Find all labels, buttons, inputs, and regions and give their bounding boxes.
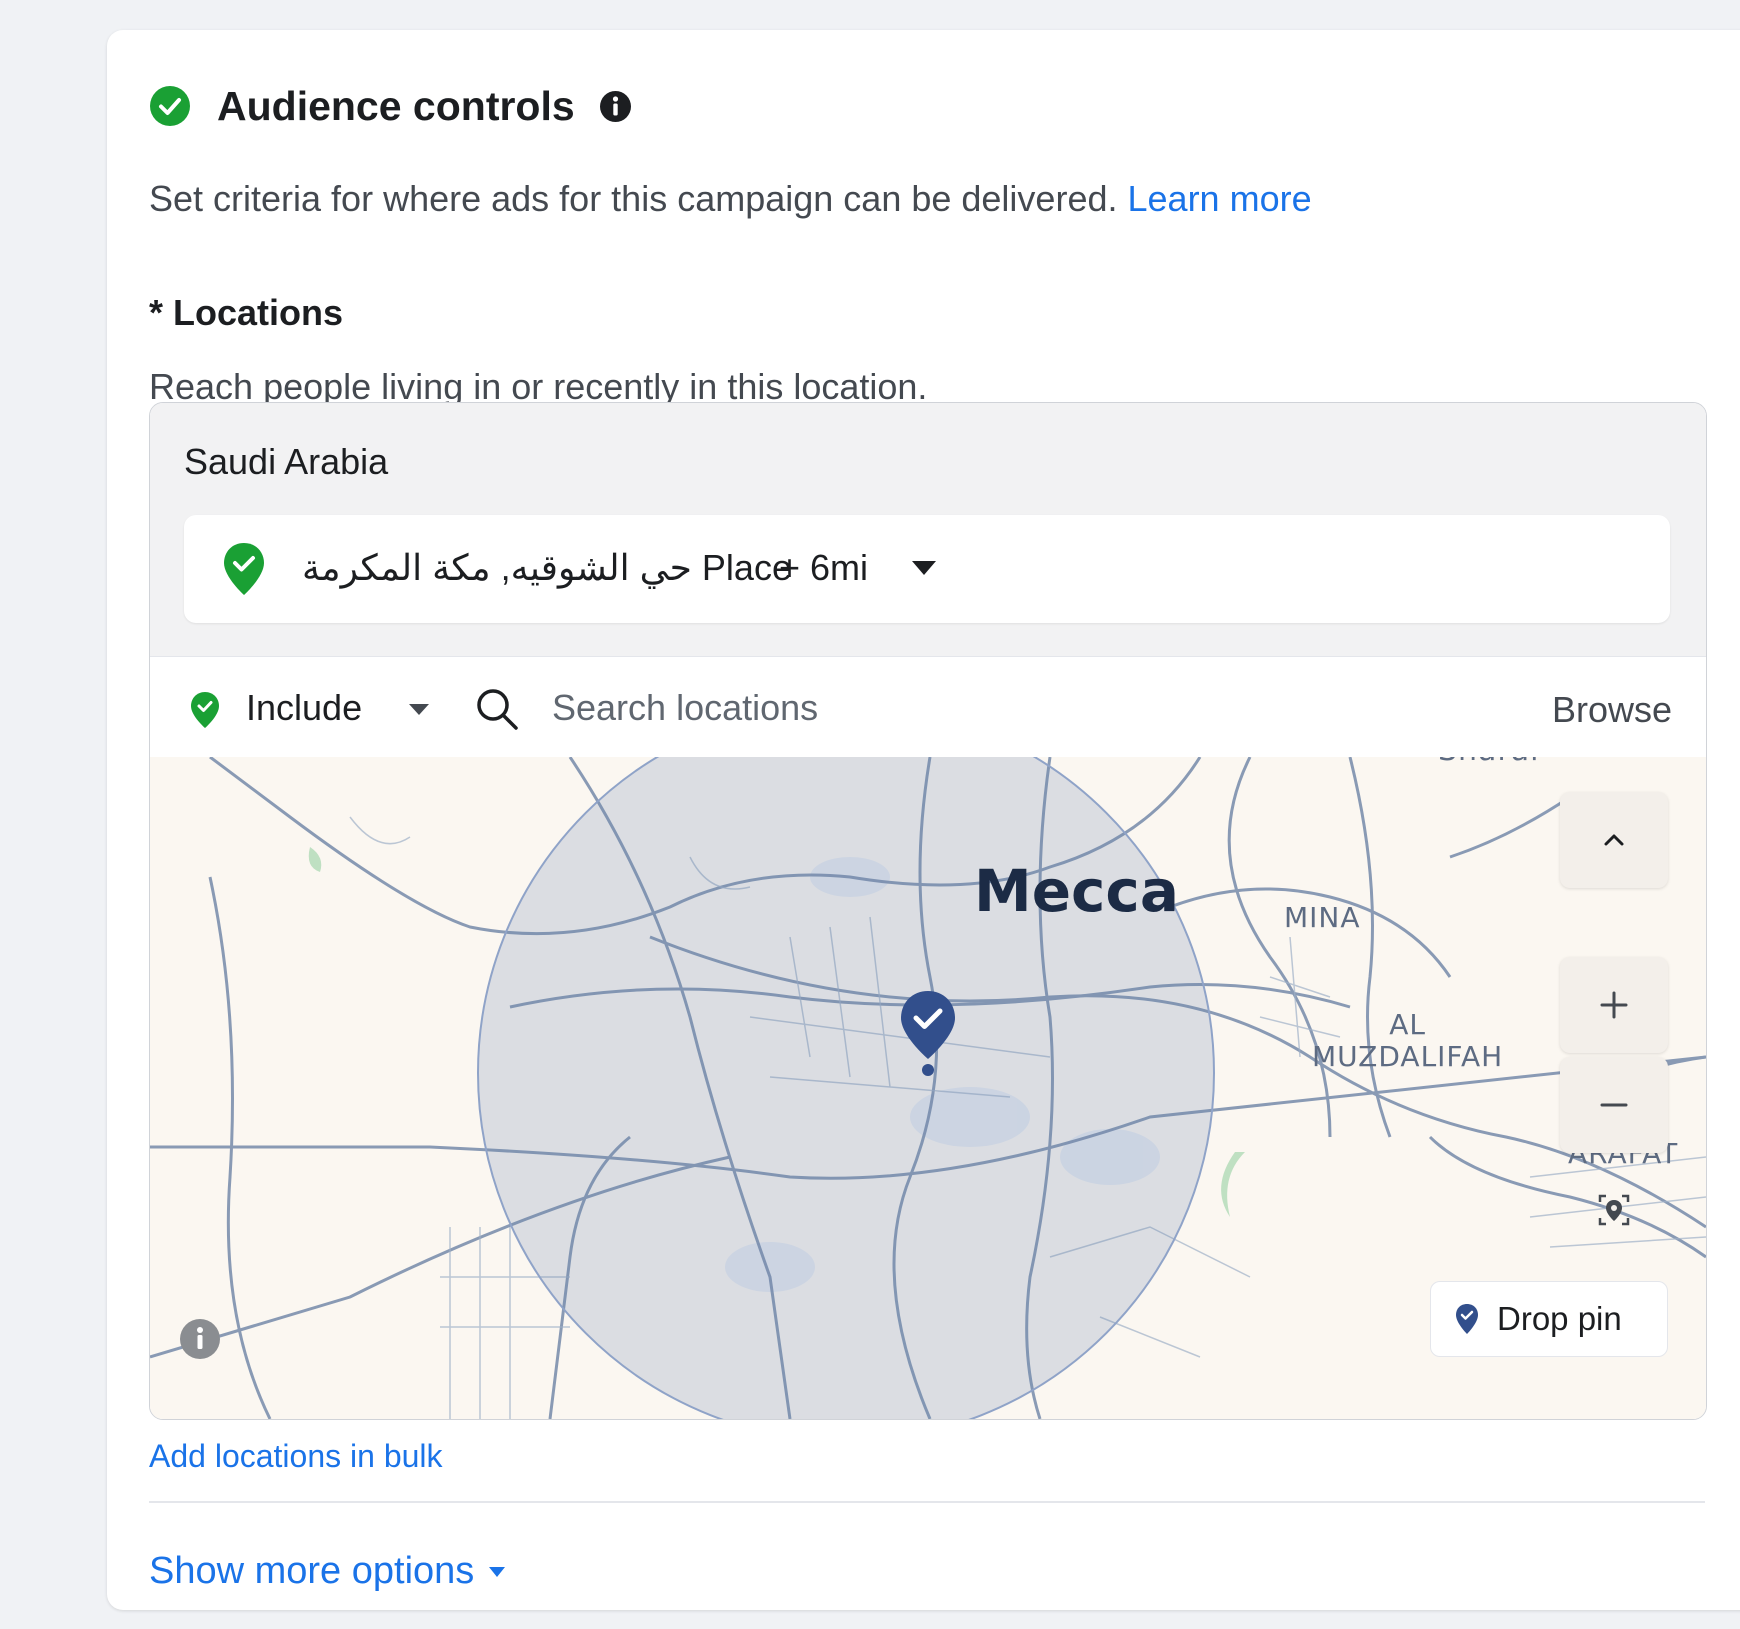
map-collapse-button[interactable] <box>1560 792 1668 888</box>
chevron-up-icon <box>1604 834 1624 846</box>
audience-controls-card: Audience controls Set criteria for where… <box>107 30 1740 1610</box>
map-attribution-info-icon[interactable] <box>178 1317 222 1361</box>
include-pin-icon <box>191 692 219 728</box>
info-icon[interactable] <box>599 90 632 123</box>
zoom-out-button[interactable] <box>1560 1057 1668 1153</box>
map-marker-icon <box>901 991 955 1076</box>
locations-label: * Locations <box>149 292 344 333</box>
section-header: Audience controls <box>149 78 632 134</box>
show-more-options-link[interactable]: Show more options <box>149 1550 506 1593</box>
include-dropdown[interactable]: Include <box>246 687 362 729</box>
section-title: Audience controls <box>217 82 575 129</box>
caret-down-icon <box>489 1566 506 1577</box>
locate-button[interactable] <box>1566 1162 1662 1258</box>
check-circle-icon <box>150 86 190 126</box>
map-label-mina: MINA <box>1284 901 1361 934</box>
country-label: Saudi Arabia <box>184 441 389 482</box>
section-subtitle: Set criteria for where ads for this camp… <box>149 178 1312 220</box>
include-caret-icon[interactable] <box>408 703 430 716</box>
locate-pin-icon <box>1598 1194 1630 1226</box>
location-map[interactable]: Mecca Sharai MINA AL MUZDALIFAH ARAFAT <box>150 757 1706 1419</box>
map-label-muzdalifah: AL MUZDALIFAH <box>1312 1009 1503 1073</box>
location-radius[interactable]: + 6mi <box>779 547 868 589</box>
zoom-in-button[interactable] <box>1560 957 1668 1053</box>
radius-dropdown-icon[interactable] <box>911 560 937 576</box>
show-more-options-label: Show more options <box>149 1550 475 1592</box>
drop-pin-label: Drop pin <box>1497 1300 1622 1337</box>
search-icon <box>477 689 518 730</box>
plus-icon <box>1600 991 1628 1019</box>
divider <box>149 1501 1705 1503</box>
location-search-row: Include Browse <box>150 656 1706 758</box>
selected-location-name: حي الشوقيه, مكة المكرمة Place <box>302 547 792 588</box>
map-label-sharai: Sharai <box>1438 757 1540 768</box>
map-label-muzdalifah-line2: MUZDALIFAH <box>1312 1040 1504 1073</box>
map-label-mecca: Mecca <box>974 857 1179 925</box>
search-locations-input[interactable] <box>550 677 1254 739</box>
selected-location-item[interactable]: حي الشوقيه, مكة المكرمة Place + 6mi <box>184 515 1670 623</box>
subtitle-text: Set criteria for where ads for this camp… <box>149 178 1118 219</box>
drop-pin-icon <box>1456 1304 1478 1334</box>
locations-box: Saudi Arabia حي الشوقيه, مكة المكرمة Pla… <box>149 402 1707 1420</box>
selected-locations-panel: Saudi Arabia حي الشوقيه, مكة المكرمة Pla… <box>150 403 1706 656</box>
map-label-muzdalifah-line1: AL <box>1389 1008 1426 1041</box>
learn-more-link[interactable]: Learn more <box>1128 178 1312 219</box>
add-locations-in-bulk-link[interactable]: Add locations in bulk <box>149 1438 443 1475</box>
location-pin-icon <box>224 543 264 595</box>
minus-icon <box>1600 1103 1628 1107</box>
drop-pin-button[interactable]: Drop pin <box>1430 1281 1668 1357</box>
browse-button[interactable]: Browse <box>1552 689 1672 731</box>
